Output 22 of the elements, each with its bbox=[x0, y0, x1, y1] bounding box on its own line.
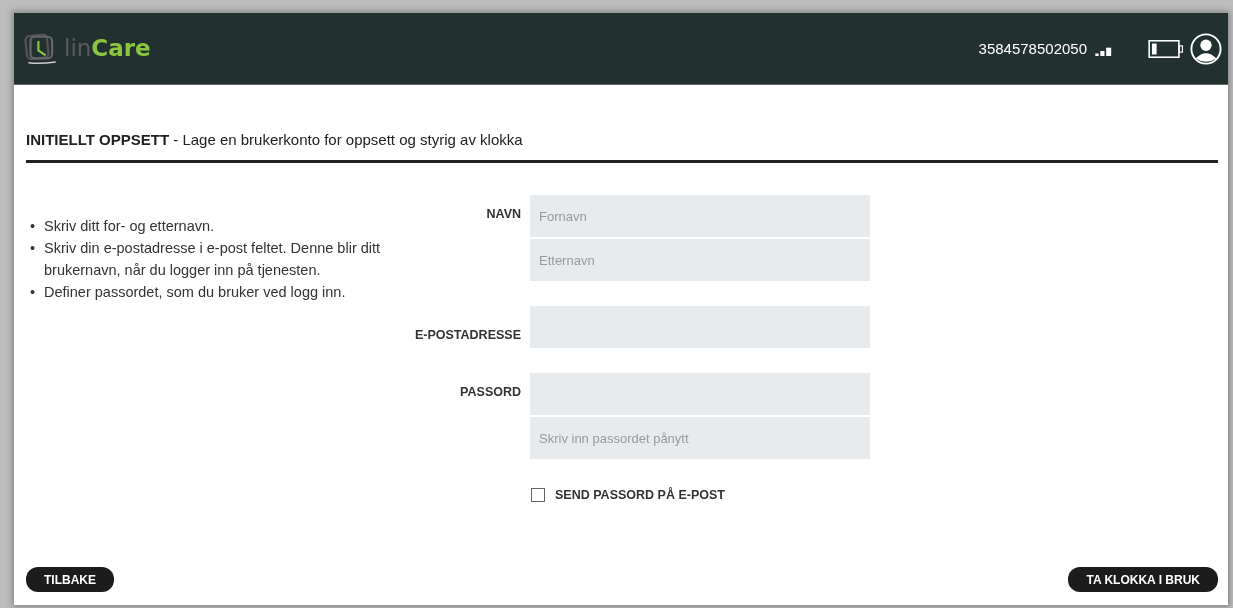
start-button[interactable]: TA KLOKKA I BRUK bbox=[1068, 567, 1218, 592]
input-field[interactable]: Etternavn bbox=[530, 239, 870, 281]
page-title: INITIELLT OPPSETT - Lage en brukerkonto for oppsett og styrig av klokka bbox=[26, 131, 1218, 163]
instruction-text: Skriv din e-postadresse i e-post feltet. Denne blir ditt brukernavn, når du logger inn på tjenesten. bbox=[44, 239, 382, 280]
signal-icon bbox=[1095, 45, 1114, 56]
input-field[interactable]: Fornavn bbox=[530, 195, 870, 237]
checkbox[interactable] bbox=[531, 488, 545, 502]
battery-icon bbox=[1148, 38, 1184, 59]
input-field[interactable]: Skriv inn passordet pånytt bbox=[530, 417, 870, 459]
field-label: NAVN bbox=[485, 207, 522, 223]
bullet: • bbox=[30, 239, 37, 258]
user-avatar-icon[interactable] bbox=[1190, 32, 1222, 65]
field-label: PASSORD bbox=[459, 385, 522, 401]
instruction-text: Definer passordet, som du bruker ved logg inn. bbox=[44, 283, 347, 302]
phone-number: 3584578502050 bbox=[978, 40, 1087, 57]
field-label: E-POSTADRESSE bbox=[413, 328, 522, 344]
instruction-text: Skriv ditt for- og etternavn. bbox=[44, 217, 216, 236]
checkbox-label: SEND PASSORD PÅ E-POST bbox=[555, 488, 725, 502]
back-button[interactable]: TILBAKE bbox=[26, 567, 114, 592]
bullet: • bbox=[30, 217, 37, 236]
bullet: • bbox=[30, 283, 37, 302]
logo-text: linCare bbox=[64, 37, 151, 60]
